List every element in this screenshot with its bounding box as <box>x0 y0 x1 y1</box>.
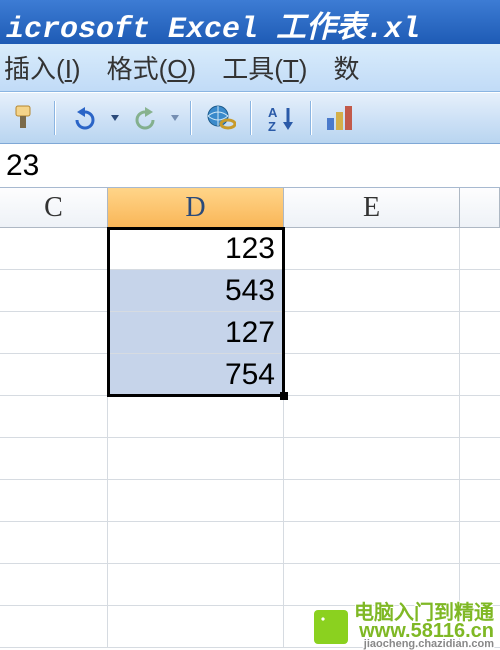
table-row <box>0 522 500 564</box>
cell-d5[interactable]: 754 <box>108 354 284 395</box>
watermark: 电脑入门到精通 www.58116.cn jiaocheng.chazidian… <box>0 607 500 647</box>
cell[interactable] <box>0 480 108 521</box>
undo-button[interactable] <box>66 99 104 137</box>
cell[interactable] <box>108 522 284 563</box>
cell[interactable] <box>460 438 500 479</box>
cell-f5[interactable] <box>460 354 500 395</box>
watermark-logo-icon <box>314 610 348 644</box>
cell-d4[interactable]: 127 <box>108 312 284 353</box>
cell-f3[interactable] <box>460 270 500 311</box>
cell[interactable] <box>284 522 460 563</box>
cell-c5[interactable] <box>0 354 108 395</box>
toolbar-separator <box>190 101 192 135</box>
redo-dropdown[interactable] <box>170 115 180 121</box>
cell[interactable] <box>108 480 284 521</box>
window-title: icrosoft Excel 工作表.xl <box>0 0 500 44</box>
toolbar-separator <box>310 101 312 135</box>
svg-text:Z: Z <box>268 119 276 132</box>
toolbar-separator <box>54 101 56 135</box>
table-row: 754 <box>0 354 500 396</box>
cell[interactable] <box>108 564 284 605</box>
toolbar: A Z <box>0 92 500 144</box>
cell[interactable] <box>108 396 284 437</box>
table-row <box>0 438 500 480</box>
formula-bar[interactable]: 23 <box>0 144 500 188</box>
cell-f4[interactable] <box>460 312 500 353</box>
redo-button[interactable] <box>126 99 164 137</box>
cell[interactable] <box>460 564 500 605</box>
svg-text:A: A <box>268 105 278 120</box>
formula-value: 23 <box>6 149 39 183</box>
undo-dropdown[interactable] <box>110 115 120 121</box>
cell[interactable] <box>284 438 460 479</box>
cell[interactable] <box>460 522 500 563</box>
table-row <box>0 396 500 438</box>
menu-tools[interactable]: 工具(T) <box>222 49 307 86</box>
cell-c4[interactable] <box>0 312 108 353</box>
menu-insert[interactable]: 插入(I) <box>4 49 81 86</box>
table-row: 123 <box>0 228 500 270</box>
cell-c2[interactable] <box>0 228 108 269</box>
col-header-e[interactable]: E <box>284 188 460 227</box>
cell[interactable] <box>0 564 108 605</box>
cell-e4[interactable] <box>284 312 460 353</box>
cell[interactable] <box>284 396 460 437</box>
cell-e3[interactable] <box>284 270 460 311</box>
chart-button[interactable] <box>322 99 360 137</box>
hyperlink-button[interactable] <box>202 99 240 137</box>
fill-handle[interactable] <box>280 392 288 400</box>
table-row <box>0 480 500 522</box>
cell-f2[interactable] <box>460 228 500 269</box>
menubar: 插入(I) 格式(O) 工具(T) 数 <box>0 44 500 92</box>
col-header-c[interactable]: C <box>0 188 108 227</box>
table-row <box>0 564 500 606</box>
cell[interactable] <box>460 480 500 521</box>
cell-d2[interactable]: 123 <box>108 228 284 269</box>
cell[interactable] <box>0 396 108 437</box>
menu-format[interactable]: 格式(O) <box>107 49 197 86</box>
cell[interactable] <box>108 438 284 479</box>
cell-d3[interactable]: 543 <box>108 270 284 311</box>
column-headers: C D E <box>0 188 500 228</box>
cell[interactable] <box>284 564 460 605</box>
watermark-text: 电脑入门到精通 www.58116.cn jiaocheng.chazidian… <box>354 604 494 650</box>
cell[interactable] <box>0 522 108 563</box>
cell[interactable] <box>0 438 108 479</box>
table-row: 543 <box>0 270 500 312</box>
cell[interactable] <box>460 396 500 437</box>
cell-e5[interactable] <box>284 354 460 395</box>
col-header-d[interactable]: D <box>108 188 284 227</box>
col-header-f[interactable] <box>460 188 500 227</box>
format-painter-button[interactable] <box>6 99 44 137</box>
cell-e2[interactable] <box>284 228 460 269</box>
table-row: 127 <box>0 312 500 354</box>
menu-data[interactable]: 数 <box>333 49 359 86</box>
toolbar-separator <box>250 101 252 135</box>
spreadsheet-grid[interactable]: 123 543 127 754 <box>0 228 500 648</box>
cell[interactable] <box>284 480 460 521</box>
cell-c3[interactable] <box>0 270 108 311</box>
sort-button[interactable]: A Z <box>262 99 300 137</box>
